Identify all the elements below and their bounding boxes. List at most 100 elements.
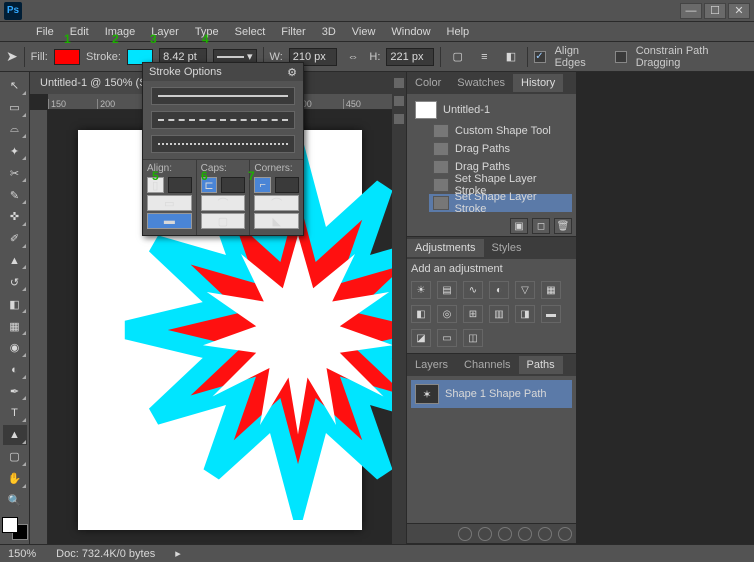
foreground-background-swatch[interactable] [2, 517, 28, 540]
align-outside[interactable]: ▬ [147, 213, 192, 229]
adj-curves-icon[interactable]: ∿ [463, 281, 483, 299]
height-input[interactable] [386, 48, 434, 66]
cap-square[interactable]: ▢ [201, 213, 246, 229]
hand-tool[interactable]: ✋ [3, 469, 27, 489]
corner-bevel[interactable]: ◣ [254, 213, 299, 229]
adj-brightness-icon[interactable]: ☀ [411, 281, 431, 299]
crop-tool[interactable]: ✂ [3, 163, 27, 183]
menu-filter[interactable]: Filter [273, 24, 313, 40]
collapsed-panel-icon[interactable] [394, 78, 404, 88]
heal-tool[interactable]: ✜ [3, 207, 27, 227]
adj-gradient-map-icon[interactable]: ▭ [437, 329, 457, 347]
adj-hue-icon[interactable]: ▦ [541, 281, 561, 299]
cap-round[interactable]: ⌒ [201, 195, 246, 211]
stroke-style-dotted[interactable] [151, 135, 295, 153]
adj-selective-icon[interactable]: ◫ [463, 329, 483, 347]
history-step[interactable]: Set Shape Layer Stroke [429, 194, 572, 212]
history-brush-tool[interactable]: ↺ [3, 272, 27, 292]
history-snapshot-icon[interactable]: ▣ [510, 218, 528, 234]
tab-swatches[interactable]: Swatches [449, 74, 513, 92]
constrain-checkbox[interactable] [615, 51, 626, 63]
fill-swatch[interactable] [54, 49, 80, 65]
adj-vibrance-icon[interactable]: ▽ [515, 281, 535, 299]
statusbar: 150% Doc: 732.4K/0 bytes ▸ [0, 544, 754, 562]
path-select-tool[interactable]: ▲ [3, 425, 27, 445]
tab-history[interactable]: History [513, 74, 563, 92]
stamp-tool[interactable]: ▲ [3, 251, 27, 271]
collapsed-panel-icon[interactable] [394, 96, 404, 106]
close-button[interactable]: ✕ [728, 3, 750, 19]
marquee-tool[interactable]: ▭ [3, 98, 27, 118]
menu-view[interactable]: View [344, 24, 384, 40]
annotation-3: 3 [150, 32, 157, 46]
path-selection-icon[interactable] [498, 527, 512, 541]
align-value[interactable] [168, 177, 192, 193]
divider [527, 47, 528, 67]
zoom-level[interactable]: 150% [8, 548, 36, 560]
align-edges-checkbox[interactable] [534, 51, 545, 63]
tab-layers[interactable]: Layers [407, 356, 456, 374]
path-stroke-icon[interactable] [478, 527, 492, 541]
popup-gear-icon[interactable]: ⚙ [287, 66, 297, 79]
path-mask-icon[interactable] [518, 527, 532, 541]
history-step[interactable]: Drag Paths [429, 140, 572, 158]
corner-round[interactable]: ⌒ [254, 195, 299, 211]
menu-help[interactable]: Help [439, 24, 478, 40]
adj-levels-icon[interactable]: ▤ [437, 281, 457, 299]
gradient-tool[interactable]: ▦ [3, 316, 27, 336]
move-tool[interactable]: ↖ [3, 76, 27, 96]
align-center[interactable]: ▭ [147, 195, 192, 211]
tab-adjustments[interactable]: Adjustments [407, 239, 484, 257]
adj-threshold-icon[interactable]: ◪ [411, 329, 431, 347]
adj-photo-filter-icon[interactable]: ◎ [437, 305, 457, 323]
menu-file[interactable]: File [28, 24, 62, 40]
wand-tool[interactable]: ✦ [3, 141, 27, 161]
stroke-style-solid[interactable] [151, 87, 295, 105]
tab-color[interactable]: Color [407, 74, 449, 92]
status-arrow-icon[interactable]: ▸ [175, 547, 181, 560]
path-align-icon[interactable]: ≡ [474, 46, 495, 68]
path-arrange-icon[interactable]: ◧ [501, 46, 522, 68]
tab-paths[interactable]: Paths [519, 356, 563, 374]
zoom-tool[interactable]: 🔍 [3, 491, 27, 511]
stroke-style-dashed[interactable] [151, 111, 295, 129]
lasso-tool[interactable]: ⌓ [3, 120, 27, 140]
shape-tool[interactable]: ▢ [3, 447, 27, 467]
adj-invert-icon[interactable]: ◨ [515, 305, 535, 323]
menu-image[interactable]: Image [97, 24, 144, 40]
brush-tool[interactable]: ✐ [3, 229, 27, 249]
adj-bw-icon[interactable]: ◧ [411, 305, 431, 323]
menu-window[interactable]: Window [383, 24, 438, 40]
tab-channels[interactable]: Channels [456, 356, 518, 374]
tab-styles[interactable]: Styles [484, 239, 530, 257]
corner-value[interactable] [275, 177, 299, 193]
collapsed-panel-icon[interactable] [394, 114, 404, 124]
path-new-icon[interactable] [538, 527, 552, 541]
menu-select[interactable]: Select [227, 24, 274, 40]
blur-tool[interactable]: ◉ [3, 338, 27, 358]
history-step[interactable]: Custom Shape Tool [429, 122, 572, 140]
history-new-icon[interactable]: ◻ [532, 218, 550, 234]
adj-lut-icon[interactable]: ▥ [489, 305, 509, 323]
history-delete-icon[interactable]: 🗑 [554, 218, 572, 234]
path-fill-icon[interactable] [458, 527, 472, 541]
paths-item[interactable]: ✶ Shape 1 Shape Path [411, 380, 572, 408]
minimize-button[interactable]: — [680, 3, 702, 19]
path-delete-icon[interactable] [558, 527, 572, 541]
type-tool[interactable]: T [3, 403, 27, 423]
adj-channel-mixer-icon[interactable]: ⊞ [463, 305, 483, 323]
adj-posterize-icon[interactable]: ▬ [541, 305, 561, 323]
dodge-tool[interactable]: ◐ [3, 360, 27, 380]
cap-value[interactable] [221, 177, 245, 193]
link-wh-icon[interactable]: ⇔ [343, 46, 364, 68]
path-combine-icon[interactable]: ▢ [447, 46, 468, 68]
adj-exposure-icon[interactable]: ◐ [489, 281, 509, 299]
eyedropper-tool[interactable]: ✎ [3, 185, 27, 205]
annotation-6: 6 [201, 169, 208, 183]
maximize-button[interactable]: ☐ [704, 3, 726, 19]
menu-3d[interactable]: 3D [314, 24, 344, 40]
history-document-row[interactable]: Untitled-1 [411, 98, 572, 122]
pen-tool[interactable]: ✒ [3, 382, 27, 402]
corner-miter[interactable]: ⌐ [254, 177, 271, 193]
eraser-tool[interactable]: ◧ [3, 294, 27, 314]
